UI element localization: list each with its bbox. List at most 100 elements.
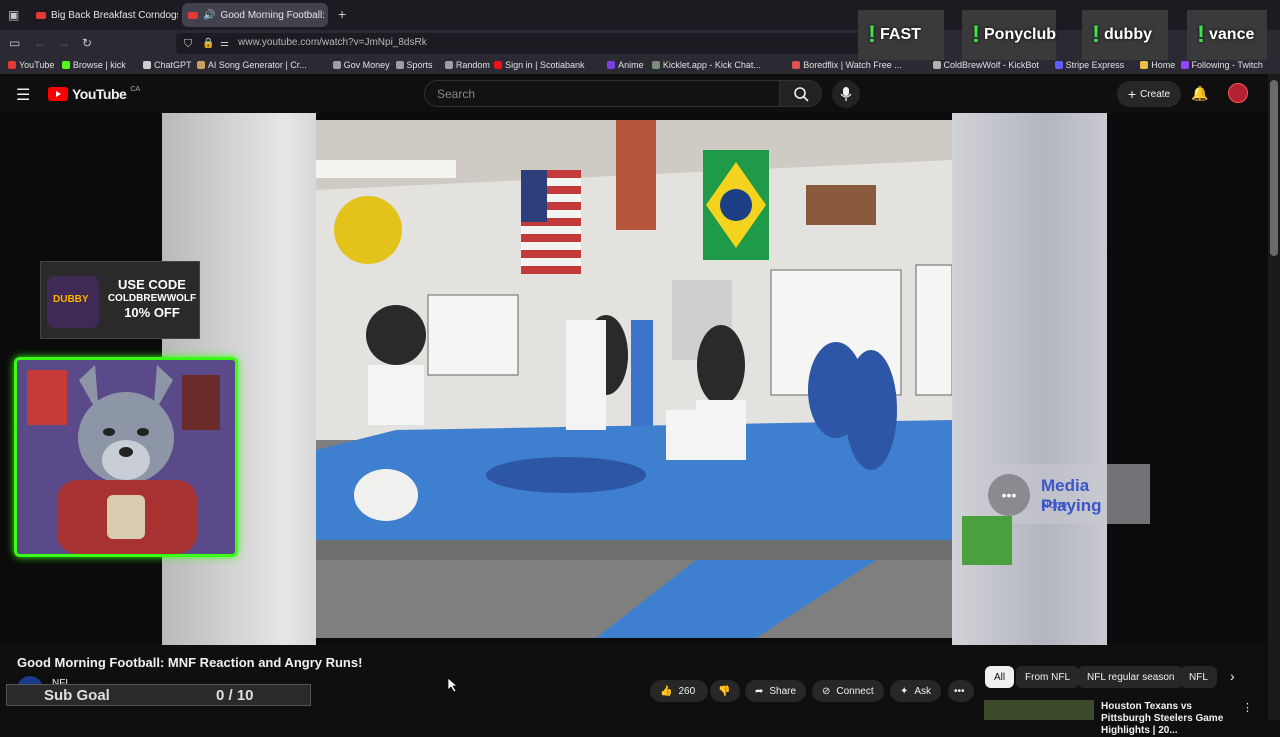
chevron-right-icon[interactable]: › — [1230, 668, 1235, 684]
tab-good-morning-football[interactable]: 🔊 Good Morning Football: M ✕ — [182, 3, 328, 27]
chip-nfl-regular-season[interactable]: NFL regular season — [1078, 666, 1184, 688]
youtube-header: ☰ YouTube CA Search + Create 🔔 — [0, 74, 1280, 114]
sparkle-icon: ✦ — [900, 685, 909, 697]
like-button[interactable]: 👍 260 — [650, 680, 708, 702]
reload-icon[interactable]: ↻ — [82, 36, 92, 50]
overlay-command-ponyclub: ! Ponyclub — [962, 10, 1056, 60]
menu-icon[interactable]: ☰ — [16, 85, 30, 105]
bookmark-item[interactable]: Anime — [607, 60, 644, 70]
speaker-icon[interactable]: 🔊 — [203, 10, 215, 21]
tab-title: Big Back Breakfast Corndogs - \ — [51, 9, 178, 21]
search-input[interactable]: Search — [424, 80, 780, 107]
bookmark-label: Anime — [618, 60, 644, 70]
bookmark-label: Stripe Express — [1065, 60, 1125, 70]
wolf-avatar-icon — [17, 360, 235, 554]
connect-button[interactable]: ⊘ Connect — [812, 680, 884, 702]
bookmark-item[interactable]: ColdBrewWolf - KickBot — [932, 60, 1039, 70]
share-button[interactable]: ➦ Share — [745, 680, 807, 702]
more-actions-button[interactable]: ••• — [948, 680, 974, 702]
shield-icon[interactable]: ⛉ — [184, 37, 192, 51]
bookmark-item[interactable]: Sign in | Scotiabank — [494, 60, 585, 70]
webcam-avatar-frame — [14, 357, 238, 557]
bookmark-label: Random — [455, 60, 490, 70]
tab-overview-icon[interactable]: ▣ — [8, 8, 19, 22]
bookmark-item[interactable]: YouTube — [8, 60, 54, 70]
command-label: vance — [1209, 26, 1255, 43]
bookmark-label: Kicklet.app - Kick Chat... — [662, 60, 761, 70]
brand-label: DUBBY — [53, 294, 89, 305]
video-frame[interactable] — [316, 120, 952, 638]
dubby-can-icon: DUBBY — [47, 276, 99, 328]
bookmark-favicon-icon — [607, 61, 616, 69]
lock-icon[interactable]: 🔒 — [202, 37, 214, 51]
search-button[interactable] — [780, 80, 822, 107]
forward-arrow-icon[interactable]: → — [58, 36, 70, 50]
more-vertical-icon[interactable]: ⋮ — [1242, 701, 1253, 714]
sub-goal-value: 0 / 10 — [216, 686, 254, 704]
promo-code-overlay: DUBBY USE CODE COLDBREWWOLF 10% OFF — [40, 261, 200, 339]
bookmark-item[interactable]: ChatGPT — [143, 60, 192, 70]
media-playing-overlay: ••• Media Playing None — [980, 464, 1150, 524]
up-next-title[interactable]: Houston Texans vs Pittsburgh Steelers Ga… — [1101, 701, 1231, 737]
sidebar-toggle-icon[interactable]: ▭ — [9, 36, 20, 50]
bookmark-item[interactable]: AI Song Generator | Cr... — [196, 60, 307, 70]
exclamation-icon: ! — [972, 21, 980, 48]
bookmark-item[interactable]: Gov Money — [332, 60, 390, 70]
region-code: CA — [130, 86, 141, 93]
sub-goal-label: Sub Goal — [44, 686, 110, 704]
bookmark-item[interactable]: Kicklet.app - Kick Chat... — [651, 60, 761, 70]
share-label: Share — [769, 685, 797, 697]
chip-nfl[interactable]: NFL — [1180, 666, 1217, 688]
bookmark-item[interactable]: Boredflix | Watch Free ... — [792, 60, 902, 70]
overlay-command-vance: ! vance — [1187, 10, 1267, 60]
thumbs-down-icon: 👎 — [718, 685, 731, 697]
bookmark-favicon-icon — [395, 61, 404, 69]
address-bar[interactable]: ⛉ 🔒 ⚌ www.youtube.com/watch?v=JmNpi_8dsR… — [176, 33, 866, 54]
frog-emote-icon — [962, 516, 1012, 565]
command-label: Ponyclub — [984, 26, 1057, 43]
bookmark-label: Following - Twitch — [1191, 60, 1263, 70]
chip-all[interactable]: All — [985, 666, 1015, 688]
youtube-favicon-icon — [188, 11, 198, 19]
bookmark-item[interactable]: Home — [1140, 60, 1175, 70]
bookmark-favicon-icon — [1054, 61, 1063, 69]
bookmark-item[interactable]: Sports — [395, 60, 433, 70]
bookmark-favicon-icon — [196, 61, 205, 69]
avatar[interactable] — [1228, 83, 1248, 103]
create-button[interactable]: + Create — [1117, 81, 1181, 107]
bookmark-favicon-icon — [651, 61, 660, 69]
permissions-icon[interactable]: ⚌ — [220, 37, 229, 51]
media-dots-icon: ••• — [988, 474, 1030, 516]
bookmark-item[interactable]: Stripe Express — [1054, 60, 1125, 70]
dislike-button[interactable]: 👎 — [710, 680, 740, 702]
youtube-logo[interactable]: YouTube CA — [48, 86, 140, 102]
promo-line-1: USE CODE — [118, 277, 186, 292]
bookmark-item[interactable]: Random — [444, 60, 490, 70]
youtube-favicon-icon — [36, 11, 46, 19]
share-arrow-icon: ➦ — [755, 685, 764, 697]
chip-from-nfl[interactable]: From NFL — [1016, 666, 1079, 688]
bookmark-label: ColdBrewWolf - KickBot — [943, 60, 1039, 70]
bookmark-favicon-icon — [143, 61, 151, 69]
notifications-bell-icon[interactable]: 🔔 — [1191, 85, 1208, 102]
voice-search-button[interactable] — [832, 80, 860, 108]
url-text: www.youtube.com/watch?v=JmNpi_8dsRk — [238, 37, 427, 48]
new-tab-icon[interactable]: + — [338, 7, 346, 21]
command-label: dubby — [1104, 26, 1152, 43]
tab-corndogs[interactable]: Big Back Breakfast Corndogs - \ ✕ — [30, 3, 178, 27]
bookmark-label: ChatGPT — [154, 60, 192, 70]
media-status: None — [1041, 499, 1068, 511]
promo-line-3: 10% OFF — [124, 305, 180, 320]
dojo-scene-image — [316, 120, 952, 638]
scrollbar-thumb[interactable] — [1270, 80, 1278, 256]
overlay-command-fast: ! FAST — [858, 10, 944, 60]
up-next-thumbnail[interactable] — [984, 700, 1094, 720]
bookmark-item[interactable]: Following - Twitch — [1180, 60, 1263, 70]
video-title: Good Morning Football: MNF Reaction and … — [17, 655, 363, 670]
back-arrow-icon[interactable]: ← — [34, 36, 46, 50]
bookmark-label: Sign in | Scotiabank — [505, 60, 585, 70]
promo-line-2: COLDBREWWOLF — [107, 293, 197, 304]
bookmark-item[interactable]: Browse | kick — [61, 60, 126, 70]
ask-button[interactable]: ✦ Ask — [890, 680, 942, 702]
bookmark-favicon-icon — [332, 61, 341, 69]
